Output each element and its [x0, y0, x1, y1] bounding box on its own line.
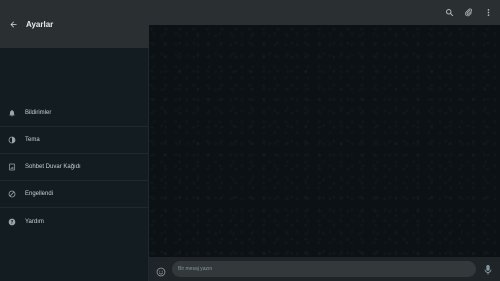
emoji-icon[interactable]	[156, 264, 166, 277]
svg-text:?: ?	[10, 219, 13, 225]
chat-background	[149, 25, 500, 257]
settings-item-theme[interactable]: Tema	[0, 127, 149, 154]
theme-icon	[7, 136, 16, 145]
settings-item-label: Tema	[25, 137, 40, 143]
search-icon[interactable]	[443, 6, 455, 18]
settings-item-wallpaper[interactable]: Sohbet Duvar Kağıdı	[0, 154, 149, 181]
settings-item-label: Yardım	[25, 218, 44, 225]
message-composer	[149, 257, 500, 281]
microphone-icon[interactable]	[483, 263, 493, 275]
chat-panel	[149, 0, 500, 281]
settings-item-label: Bildirimler	[25, 110, 52, 116]
settings-menu: Bildirimler Tema Sohbet Duvar Kağıdı Eng…	[0, 100, 149, 235]
chat-header	[149, 0, 500, 25]
settings-item-notifications[interactable]: Bildirimler	[0, 100, 149, 127]
wallpaper-icon	[7, 163, 16, 172]
settings-header: Ayarlar	[0, 0, 149, 48]
message-input[interactable]	[172, 261, 476, 277]
settings-item-label: Engellendi	[25, 191, 54, 197]
settings-item-blocked[interactable]: Engellendi	[0, 181, 149, 208]
more-vertical-icon[interactable]	[482, 6, 494, 18]
paperclip-icon[interactable]	[462, 6, 474, 18]
settings-title: Ayarlar	[26, 19, 54, 29]
settings-item-label: Sohbet Duvar Kağıdı	[25, 164, 81, 170]
arrow-left-icon[interactable]	[6, 17, 20, 31]
block-icon	[7, 190, 16, 199]
help-icon: ?	[7, 217, 16, 226]
bell-icon	[7, 109, 16, 118]
settings-item-help[interactable]: ? Yardım	[0, 208, 149, 235]
settings-panel: Ayarlar Bildirimler Tema Sohbet Duvar Ka…	[0, 0, 149, 281]
